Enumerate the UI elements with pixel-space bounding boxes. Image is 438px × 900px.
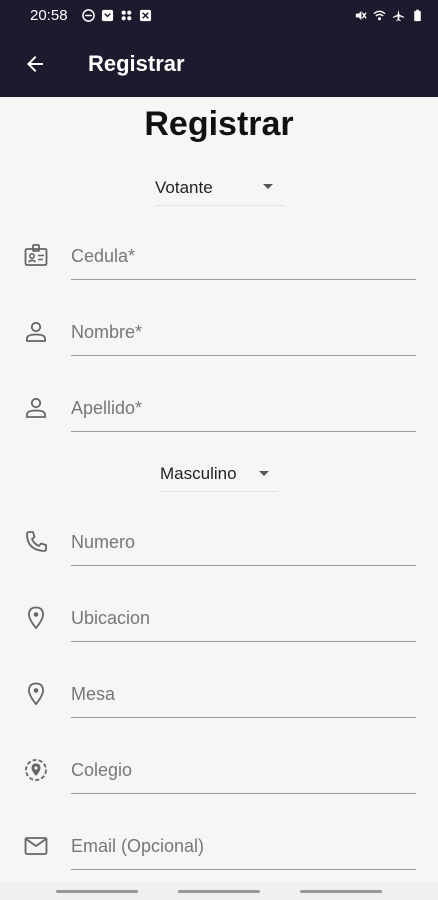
notification-x-icon — [139, 9, 151, 22]
input-underline — [71, 793, 416, 794]
cedula-input[interactable] — [71, 236, 416, 276]
cedula-field — [0, 232, 438, 294]
voter-type-dropdown[interactable]: Votante — [155, 170, 285, 206]
person-icon — [22, 394, 50, 422]
location-pin-icon — [22, 604, 50, 632]
apellido-field — [0, 384, 438, 446]
gender-dropdown[interactable]: Masculino — [160, 456, 278, 492]
input-underline — [71, 431, 416, 432]
app-bar: Registrar — [0, 31, 438, 97]
nav-back-button[interactable] — [300, 890, 382, 893]
dropdown-caret-icon — [263, 184, 273, 189]
back-button[interactable] — [13, 42, 57, 86]
location-searching-icon — [22, 756, 50, 784]
colegio-field — [0, 746, 438, 808]
location-pin-icon — [22, 680, 50, 708]
mesa-field — [0, 670, 438, 732]
email-field — [0, 822, 438, 884]
input-underline — [71, 565, 416, 566]
colegio-input[interactable] — [71, 750, 416, 790]
nombre-field — [0, 308, 438, 370]
mail-icon — [22, 832, 50, 860]
dropdown-caret-icon — [259, 471, 269, 476]
status-bar: 20:58 — [0, 0, 438, 31]
ubicacion-field — [0, 594, 438, 656]
id-badge-icon — [22, 242, 50, 270]
numero-field — [0, 518, 438, 580]
gender-value: Masculino — [160, 463, 237, 483]
notification-icon — [101, 9, 113, 22]
input-underline — [71, 279, 416, 280]
input-underline — [71, 641, 416, 642]
airplane-icon — [392, 9, 405, 22]
battery-icon — [414, 9, 421, 22]
input-underline — [71, 355, 416, 356]
nav-home-button[interactable] — [178, 890, 260, 893]
ubicacion-input[interactable] — [71, 598, 416, 638]
person-icon — [22, 318, 50, 346]
app-bar-title: Registrar — [88, 51, 185, 76]
email-input[interactable] — [71, 826, 416, 866]
voter-type-value: Votante — [155, 177, 213, 197]
grid-icon — [121, 10, 131, 21]
page-title: Registrar — [144, 105, 294, 143]
nombre-input[interactable] — [71, 312, 416, 352]
arrow-left-icon — [27, 56, 43, 72]
input-underline — [71, 869, 416, 870]
apellido-input[interactable] — [71, 388, 416, 428]
wifi-icon — [373, 10, 386, 21]
mute-icon — [355, 10, 367, 21]
input-underline — [71, 717, 416, 718]
nav-recents-button[interactable] — [56, 890, 138, 893]
numero-input[interactable] — [71, 522, 416, 562]
do-not-disturb-icon — [81, 9, 95, 22]
system-navigation-bar — [0, 882, 438, 900]
status-time: 20:58 — [30, 7, 68, 24]
mesa-input[interactable] — [71, 674, 416, 714]
phone-icon — [22, 528, 50, 556]
